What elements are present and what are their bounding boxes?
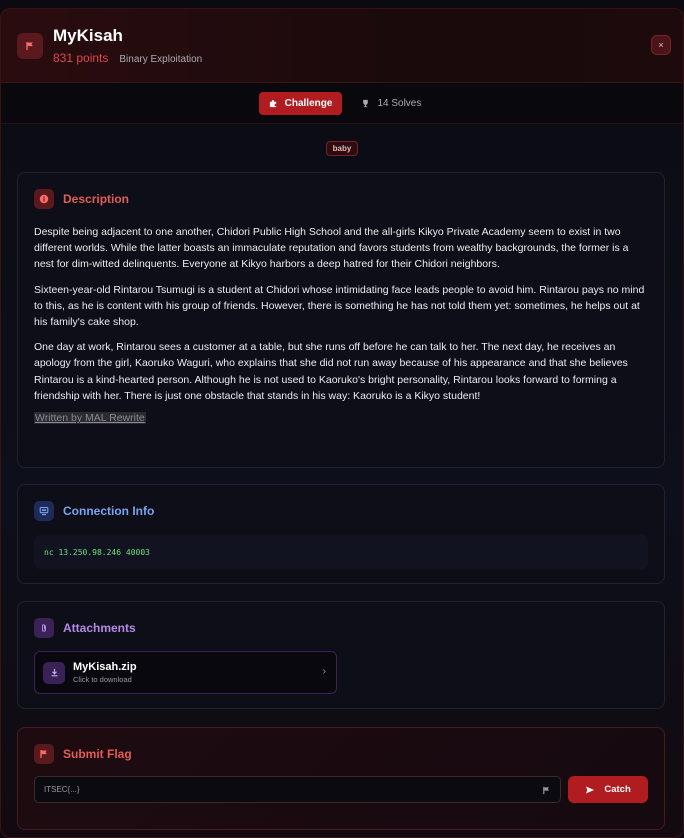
- flag-icon: [17, 32, 43, 59]
- source-link[interactable]: Written by MAL Rewrite: [34, 412, 146, 425]
- catch-button[interactable]: Catch: [568, 776, 648, 803]
- send-icon: [586, 786, 595, 793]
- description-card: Description Despite being adjacent to on…: [17, 172, 665, 468]
- connection-card: Connection Info nc 13.250.98.246 40003: [17, 484, 665, 584]
- tab-challenge[interactable]: Challenge: [258, 91, 343, 115]
- trophy-icon: [363, 99, 369, 107]
- chevron-right-icon: ›: [322, 666, 326, 677]
- tab-solves[interactable]: 14 Solves: [357, 92, 425, 115]
- close-icon: ×: [658, 39, 664, 50]
- header-text: MyKisah 831 points Binary Exploitation: [53, 26, 202, 65]
- connection-command[interactable]: nc 13.250.98.246 40003: [34, 535, 648, 569]
- close-button[interactable]: ×: [651, 35, 671, 55]
- catch-button-label: Catch: [604, 784, 631, 795]
- description-paragraph: One day at work, Rintarou sees a custome…: [34, 341, 628, 402]
- description-paragraph: Sixteen-year-old Rintarou Tsumugi is a s…: [34, 283, 645, 329]
- connection-command-text: nc 13.250.98.246 40003: [44, 547, 150, 557]
- attachments-title: Attachments: [63, 621, 136, 635]
- description-paragraph: Despite being adjacent to one another, C…: [34, 226, 629, 271]
- description-title: Description: [63, 192, 130, 206]
- attachment-hint: Click to download: [73, 675, 132, 684]
- challenge-title: MyKisah: [53, 26, 123, 45]
- paperclip-icon: [34, 618, 54, 638]
- flag-input-placeholder: ITSEC{...}: [44, 785, 80, 794]
- server-icon: [34, 501, 54, 521]
- connection-title: Connection Info: [63, 504, 155, 518]
- attachment-download[interactable]: MyKisah.zip Click to download ›: [34, 651, 337, 694]
- difficulty-tag: baby: [325, 141, 359, 156]
- attachment-name: MyKisah.zip: [73, 661, 137, 673]
- download-icon: [43, 661, 65, 684]
- tab-bar: Challenge 14 Solves: [1, 83, 683, 124]
- flag-icon: [543, 786, 550, 795]
- tab-solves-label: 14 Solves: [377, 97, 422, 109]
- flag-input[interactable]: ITSEC{...}: [34, 776, 562, 803]
- modal-header: MyKisah 831 points Binary Exploitation ×: [1, 9, 683, 83]
- challenge-category: Binary Exploitation: [119, 54, 203, 65]
- submit-title: Submit Flag: [63, 747, 132, 761]
- attachments-card: Attachments MyKisah.zip Click to downloa…: [17, 601, 665, 709]
- challenge-points: 831 points: [53, 51, 109, 65]
- submit-card: Submit Flag ITSEC{...} Catch: [17, 727, 665, 830]
- tab-challenge-label: Challenge: [284, 97, 333, 109]
- info-icon: [34, 189, 54, 209]
- flag-icon: [34, 744, 54, 764]
- challenge-modal: MyKisah 831 points Binary Exploitation ×…: [0, 8, 684, 838]
- puzzle-icon: [269, 99, 276, 107]
